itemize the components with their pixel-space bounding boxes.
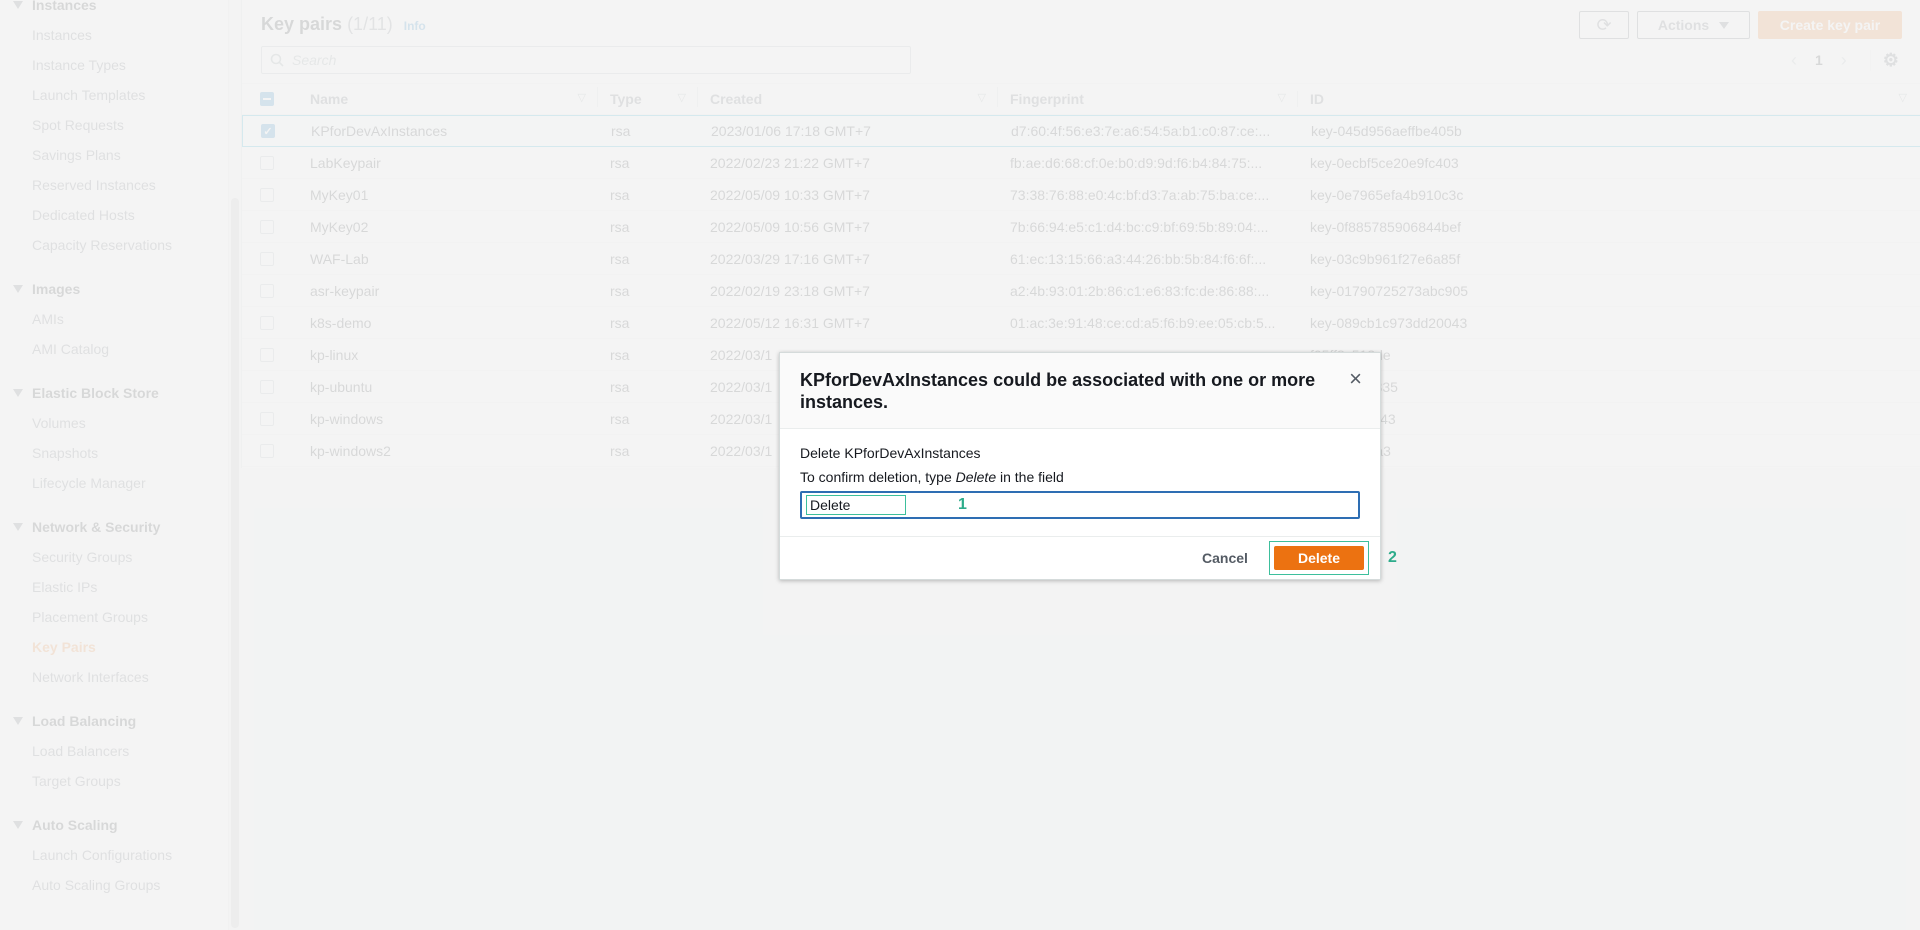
modal-header: KPforDevAxInstances could be associated … [780,353,1380,429]
close-icon[interactable]: × [1349,368,1362,390]
confirm-delete-field[interactable]: 1 [800,491,1360,519]
step-annotation-2: 2 [1388,549,1397,566]
modal-footer: Cancel Delete 2 [780,537,1397,581]
modal-body: Delete KPforDevAxInstances To confirm de… [780,429,1380,537]
cancel-button[interactable]: Cancel [1192,543,1258,573]
confirm-delete-input[interactable] [806,495,906,515]
delete-button-highlight: Delete [1269,541,1369,575]
confirm-instruction: To confirm deletion, type Delete in the … [800,469,1064,485]
delete-key-pair-dialog: KPforDevAxInstances could be associated … [779,352,1397,581]
step-annotation-1: 1 [958,496,967,513]
delete-target-label: Delete KPforDevAxInstances [800,445,981,461]
delete-button[interactable]: Delete [1274,546,1364,570]
modal-title: KPforDevAxInstances could be associated … [800,370,1316,412]
